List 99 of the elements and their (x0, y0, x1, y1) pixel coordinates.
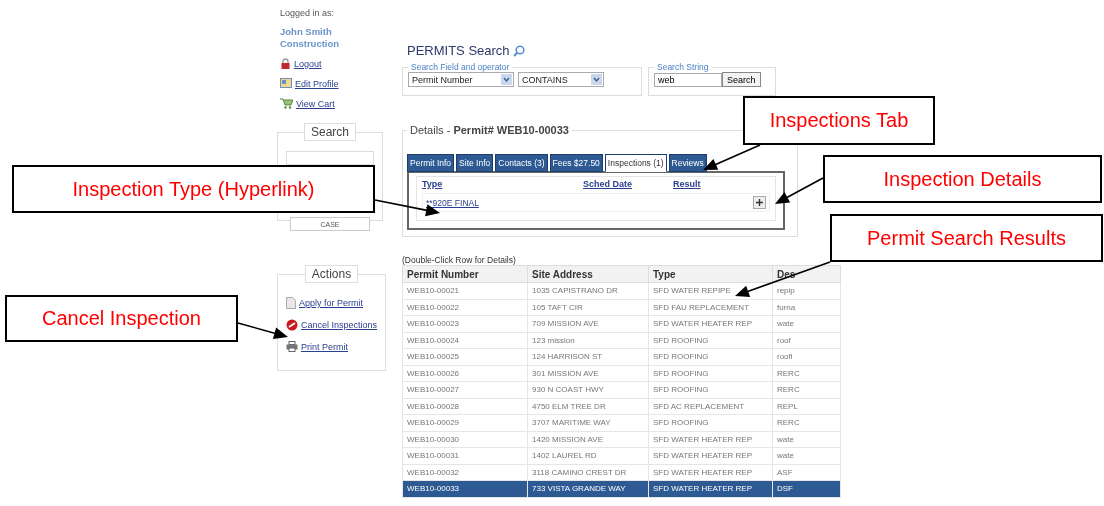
table-cell: SFD ROOFING (648, 332, 773, 349)
column-header[interactable]: Type (648, 265, 773, 283)
action-link[interactable]: Print Permit (301, 341, 348, 352)
logged-in-label: Logged in as: (280, 8, 336, 18)
table-cell: WEB10-00022 (402, 299, 528, 316)
panel-title: Actions (304, 265, 359, 283)
plus-icon (756, 199, 763, 206)
table-cell: wate (772, 431, 841, 448)
column-header[interactable]: Permit Number (402, 265, 528, 283)
dropdown-icon (501, 74, 512, 85)
table-cell: repip (772, 282, 841, 299)
table-cell: WEB10-00023 (402, 315, 528, 332)
callout-label: Inspection Type (Hyperlink) (12, 165, 375, 213)
table-cell: WEB10-00029 (402, 414, 528, 431)
sidebar-link[interactable]: Edit Profile (295, 78, 339, 89)
arrow (237, 322, 288, 339)
action-link[interactable]: Cancel Inspections (301, 320, 378, 330)
table-cell: roofi (772, 348, 841, 365)
table-cell: WEB10-00027 (402, 381, 528, 398)
table-cell: SFD ROOFING (648, 348, 773, 365)
table-cell: ASF (772, 464, 841, 481)
table-cell: REPL (772, 398, 841, 415)
action-link[interactable]: Apply for Permit (299, 298, 364, 308)
column-header[interactable]: Site Address (527, 265, 649, 283)
table-cell: 1402 LAUREL RD (527, 447, 649, 464)
arrow (775, 177, 824, 204)
table-cell: 930 N COAST HWY (527, 381, 649, 398)
table-cell: SFD ROOFING (648, 365, 773, 382)
table-cell: SFD WATER HEATER REP (648, 315, 773, 332)
table-cell: 3707 MARITIME WAY (527, 414, 649, 431)
column-header-link[interactable]: Sched Date (583, 179, 673, 189)
lock-icon (280, 58, 291, 69)
field-dropdown[interactable]: Permit Number (408, 72, 514, 87)
sidebar-link[interactable]: Logout (294, 58, 322, 69)
profile-card-icon (280, 78, 292, 89)
details-title: Details - Permit# WEB10-00033 (409, 124, 570, 136)
callout-label: Inspections Tab (743, 96, 935, 145)
tab[interactable]: Site Info (456, 154, 494, 172)
table-cell: SFD FAU REPLACEMENT (648, 299, 773, 316)
page-title: PERMITS Search (407, 43, 510, 58)
column-header-link[interactable]: Type (422, 179, 583, 189)
table-cell: WEB10-00032 (402, 464, 528, 481)
sidebar-link[interactable]: View Cart (296, 98, 335, 109)
cancel-icon (286, 319, 298, 331)
table-cell: RERC (772, 365, 841, 382)
cart-icon (280, 98, 293, 109)
group-title: Search String (656, 62, 710, 72)
column-header-link[interactable]: Result (673, 179, 701, 189)
group-title: Search Field and operator (410, 62, 511, 72)
table-cell: WEB10-00026 (402, 365, 528, 382)
table-cell: SFD WATER HEATER REP (648, 431, 773, 448)
input-field[interactable] (286, 151, 374, 165)
search-button[interactable]: Search (722, 72, 761, 87)
table-cell: 1420 MISSION AVE (527, 431, 649, 448)
table-cell: WEB10-00030 (402, 431, 528, 448)
table-cell: 3118 CAMINO CREST DR (527, 464, 649, 481)
table-cell: WEB10-00024 (402, 332, 528, 349)
table-cell: 301 MISSION AVE (527, 365, 649, 382)
callout-label: Inspection Details (823, 155, 1102, 203)
table-cell: 124 HARRISON ST (527, 348, 649, 365)
operator-dropdown[interactable]: CONTAINS (518, 72, 604, 87)
table-cell: WEB10-00021 (402, 282, 528, 299)
table-cell: RERC (772, 414, 841, 431)
dropdown-icon (591, 74, 602, 85)
table-hint: (Double-Click Row for Details) (402, 255, 517, 265)
table-cell: wate (772, 315, 841, 332)
table-cell: WEB10-00028 (402, 398, 528, 415)
table-cell: 1035 CAPISTRANO DR (527, 282, 649, 299)
table-cell: furna (772, 299, 841, 316)
arrow (703, 144, 761, 170)
table-cell: SFD ROOFING (648, 414, 773, 431)
table-cell: SFD WATER HEATER REP (648, 447, 773, 464)
inspection-type-link[interactable]: **920E FINAL (426, 197, 479, 208)
callout-label: Permit Search Results (830, 214, 1103, 262)
tab[interactable]: Reviews (668, 154, 707, 172)
table-cell: wate (772, 447, 841, 464)
search-input[interactable]: web (654, 72, 722, 87)
table-cell: SFD AC REPLACEMENT (648, 398, 773, 415)
table-cell: 4750 ELM TREE DR (527, 398, 649, 415)
search-icon[interactable] (512, 44, 525, 57)
document-icon (286, 297, 296, 309)
panel-title: Search (304, 123, 356, 141)
table-cell: RERC (772, 381, 841, 398)
tab[interactable]: Fees $27.50 (549, 154, 603, 172)
callout-label: Cancel Inspection (5, 295, 238, 342)
tab[interactable]: Permit Info (407, 154, 455, 172)
table-cell: 709 MISSION AVE (527, 315, 649, 332)
table-cell: roof (772, 332, 841, 349)
table-cell: 105 TAFT CIR (527, 299, 649, 316)
user-name: John Smith Construction (280, 26, 341, 50)
expand-button[interactable] (753, 196, 766, 209)
tab[interactable]: Contacts (3) (495, 154, 548, 172)
printer-icon (286, 341, 298, 352)
tab[interactable]: Inspections (1) (604, 154, 667, 172)
table-cell: SFD ROOFING (648, 381, 773, 398)
table-cell: 123 mission (527, 332, 649, 349)
table-cell: WEB10-00025 (402, 348, 528, 365)
table-cell: SFD WATER HEATER REP (648, 464, 773, 481)
table-cell: WEB10-00031 (402, 447, 528, 464)
